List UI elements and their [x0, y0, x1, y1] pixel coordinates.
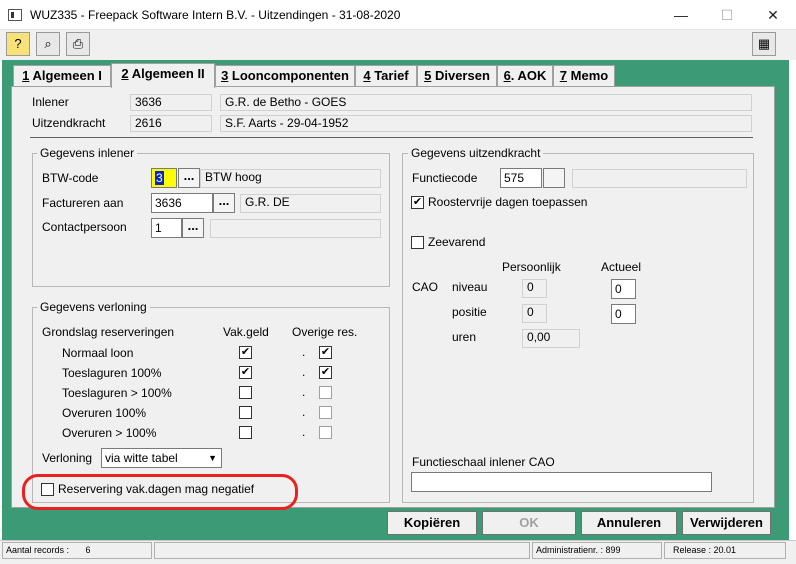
vakgeld-checkbox[interactable] [239, 386, 252, 399]
maximize-button[interactable]: ☐ [704, 0, 750, 30]
grondslag-header: Grondslag reserveringen [42, 325, 175, 339]
inlener-label: Inlener [32, 95, 69, 109]
overige-checkbox[interactable]: ✔ [319, 346, 332, 359]
btw-code-label: BTW-code [42, 171, 99, 185]
row-label: Overuren > 100% [62, 426, 157, 440]
admin-panel: Administratienr. : 899 [532, 542, 662, 559]
niveau-label: niveau [452, 280, 488, 294]
vakgeld-checkbox[interactable]: ✔ [239, 346, 252, 359]
verloning-select-value: via witte tabel [105, 451, 178, 465]
uitzendkracht-label: Uitzendkracht [32, 116, 106, 130]
tab-memo[interactable]: 7 Memo [553, 65, 615, 87]
factureren-label: Factureren aan [42, 196, 124, 210]
contactpersoon-desc [210, 219, 381, 238]
tab-looncomponenten[interactable]: 3 Looncomponenten [215, 65, 355, 87]
overige-checkbox[interactable] [319, 426, 332, 439]
verloning-select[interactable]: via witte tabel ▼ [101, 448, 222, 468]
factureren-input[interactable]: 3636 [151, 193, 213, 213]
inlener-name: G.R. de Betho - GOES [220, 94, 752, 111]
app-icon [8, 9, 22, 21]
chevron-down-icon: ▼ [208, 453, 217, 463]
btw-code-input[interactable]: 3 [151, 168, 177, 188]
functieschaal-label: Functieschaal inlener CAO [412, 455, 555, 469]
verloning-label: Verloning [42, 451, 93, 465]
overige-checkbox[interactable]: ✔ [319, 366, 332, 379]
roostervrij-label: Roostervrije dagen toepassen [428, 195, 588, 209]
overige-header: Overige res. [292, 325, 358, 339]
dot: . [302, 385, 306, 399]
uitzendkracht-name: S.F. Aarts - 29-04-1952 [220, 115, 752, 132]
tab-algemeen-2[interactable]: 2 Algemeen II [111, 63, 215, 88]
factureren-lookup-button[interactable]: ... [213, 193, 235, 213]
functiecode-input[interactable]: 575 [500, 168, 542, 188]
positie-label: positie [452, 305, 487, 319]
uren-label: uren [452, 330, 477, 344]
persoonlijk-header: Persoonlijk [502, 260, 561, 274]
actueel-header: Actueel [601, 260, 642, 274]
inlener-code: 3636 [130, 94, 212, 111]
tab-algemeen-1[interactable]: 1 Algemeen I [13, 65, 111, 87]
print-icon[interactable]: ⎙ [66, 32, 90, 56]
vakgeld-checkbox[interactable] [239, 426, 252, 439]
functiecode-lookup-button[interactable] [543, 168, 565, 188]
binoculars-icon[interactable]: ⌕ [36, 32, 60, 56]
factureren-desc: G.R. DE [240, 194, 381, 213]
row-label: Toeslaguren > 100% [62, 386, 172, 400]
close-button[interactable]: ✕ [750, 0, 796, 30]
vakgeld-header: Vak.geld [223, 325, 269, 339]
functiecode-desc [572, 169, 747, 188]
ok-button[interactable]: OK [482, 511, 576, 535]
inlener-group-title: Gegevens inlener [37, 146, 138, 160]
kopieren-button[interactable]: Kopiëren [387, 511, 477, 535]
window-title: WUZ335 - Freepack Software Intern B.V. -… [30, 8, 401, 22]
uren-persoonlijk: 0,00 [522, 329, 580, 348]
positie-persoonlijk: 0 [522, 304, 547, 323]
dot: . [302, 345, 306, 359]
positie-actueel-input[interactable]: 0 [611, 304, 636, 324]
records-panel: Aantal records : 6 [2, 542, 152, 559]
records-label: Aantal records : [6, 545, 70, 555]
cao-label: CAO [412, 280, 439, 294]
header-separator [30, 137, 753, 138]
row-label: Normaal loon [62, 346, 134, 360]
functiecode-label: Functiecode [412, 171, 478, 185]
calculator-icon[interactable]: ▦ [752, 32, 776, 56]
annotation-highlight [22, 474, 298, 510]
vakgeld-checkbox[interactable] [239, 406, 252, 419]
tab-tarief[interactable]: 4 Tarief [355, 65, 417, 87]
verloning-group-title: Gegevens verloning [37, 300, 150, 314]
overige-checkbox[interactable] [319, 386, 332, 399]
vakgeld-checkbox[interactable]: ✔ [239, 366, 252, 379]
btw-code-desc: BTW hoog [200, 169, 381, 188]
records-count: 6 [85, 545, 91, 555]
dot: . [302, 365, 306, 379]
overige-checkbox[interactable] [319, 406, 332, 419]
dot: . [302, 405, 306, 419]
roostervrij-checkbox[interactable]: ✔ [411, 196, 424, 209]
release-panel: Release : 20.01 [664, 542, 786, 559]
functieschaal-input[interactable] [411, 472, 712, 492]
status-panel-empty [154, 542, 530, 559]
minimize-button[interactable]: — [658, 0, 704, 30]
annuleren-button[interactable]: Annuleren [581, 511, 677, 535]
contactpersoon-label: Contactpersoon [42, 220, 127, 234]
contactpersoon-lookup-button[interactable]: ... [182, 218, 204, 238]
row-label: Overuren 100% [62, 406, 147, 420]
dot: . [302, 425, 306, 439]
uitzendkracht-code: 2616 [130, 115, 212, 132]
niveau-persoonlijk: 0 [522, 279, 547, 298]
tab-diversen[interactable]: 5 Diversen [417, 65, 497, 87]
help-icon[interactable]: ? [6, 32, 30, 56]
tab-aok[interactable]: 6. AOK [497, 65, 553, 87]
zeevarend-checkbox[interactable] [411, 236, 424, 249]
btw-code-lookup-button[interactable]: ... [178, 168, 200, 188]
zeevarend-label: Zeevarend [428, 235, 486, 249]
uitzendkracht-group-title: Gegevens uitzendkracht [408, 146, 544, 160]
verwijderen-button[interactable]: Verwijderen [682, 511, 771, 535]
contactpersoon-input[interactable]: 1 [151, 218, 182, 238]
row-label: Toeslaguren 100% [62, 366, 162, 380]
niveau-actueel-input[interactable]: 0 [611, 279, 636, 299]
toolbar [0, 30, 796, 60]
